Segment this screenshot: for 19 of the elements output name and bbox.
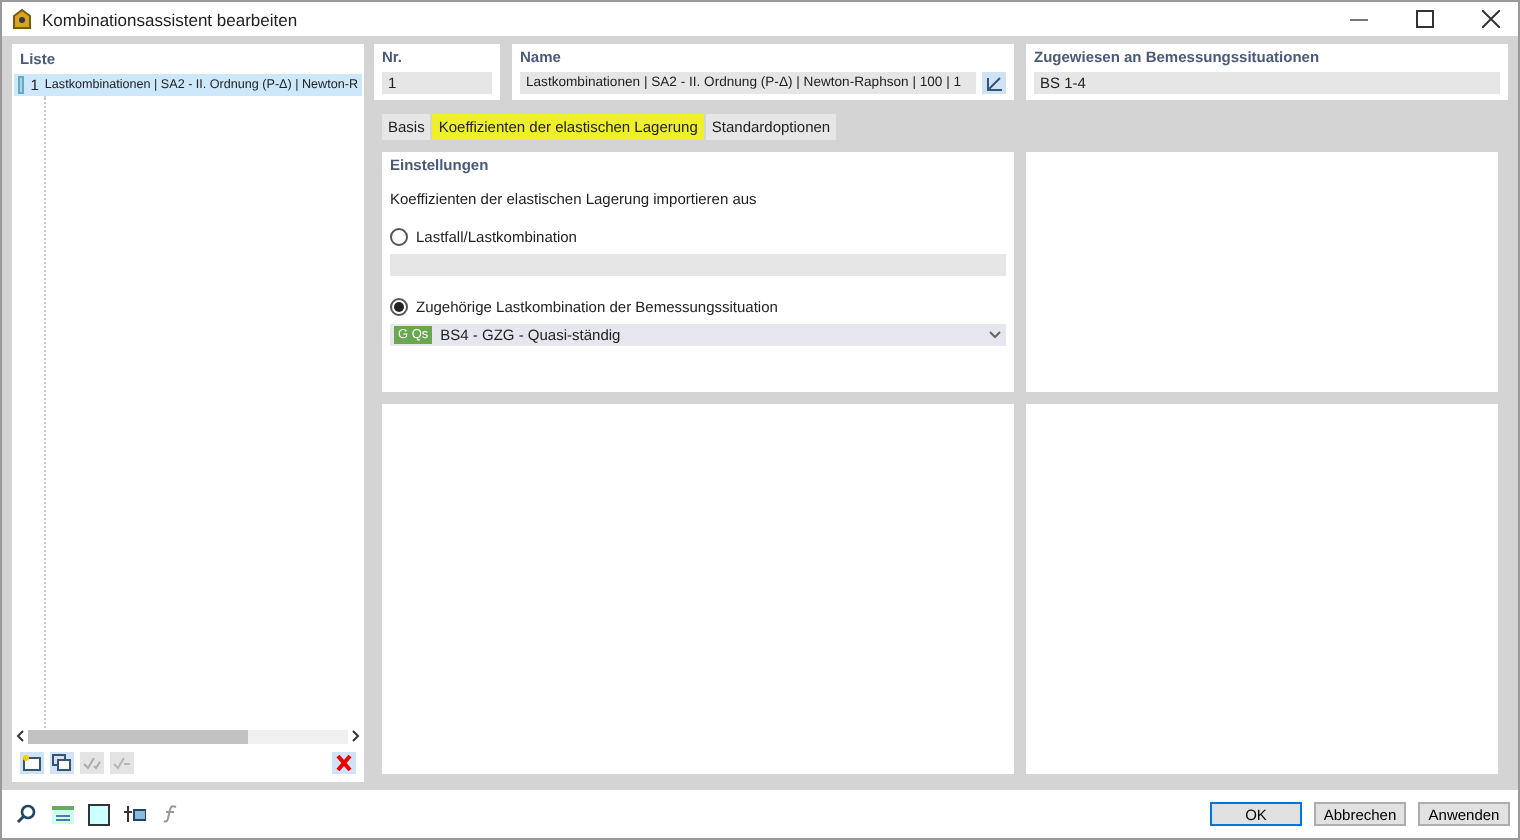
radio-button[interactable]	[390, 228, 408, 246]
caret-icon	[988, 330, 1002, 340]
color-square-icon[interactable]	[86, 803, 110, 825]
input-field[interactable]	[390, 254, 1006, 276]
table-icon[interactable]	[50, 803, 74, 825]
scrollbar[interactable]	[28, 729, 348, 743]
copy-icon[interactable]	[50, 752, 74, 774]
new-item-icon[interactable]	[20, 752, 44, 774]
search-icon[interactable]	[14, 803, 38, 825]
item-color-icon	[18, 76, 25, 94]
scroll-left-icon[interactable]	[16, 730, 24, 742]
scroll-right-icon[interactable]	[352, 730, 360, 742]
formula-icon[interactable]	[158, 803, 182, 825]
window-title: Kombinationsassistent bearbeiten	[42, 9, 300, 29]
delete-icon[interactable]	[332, 752, 356, 774]
radio-button[interactable]	[390, 298, 408, 316]
structure-icon[interactable]	[122, 803, 146, 825]
app-icon	[12, 8, 32, 30]
edit-icon[interactable]	[982, 72, 1006, 94]
